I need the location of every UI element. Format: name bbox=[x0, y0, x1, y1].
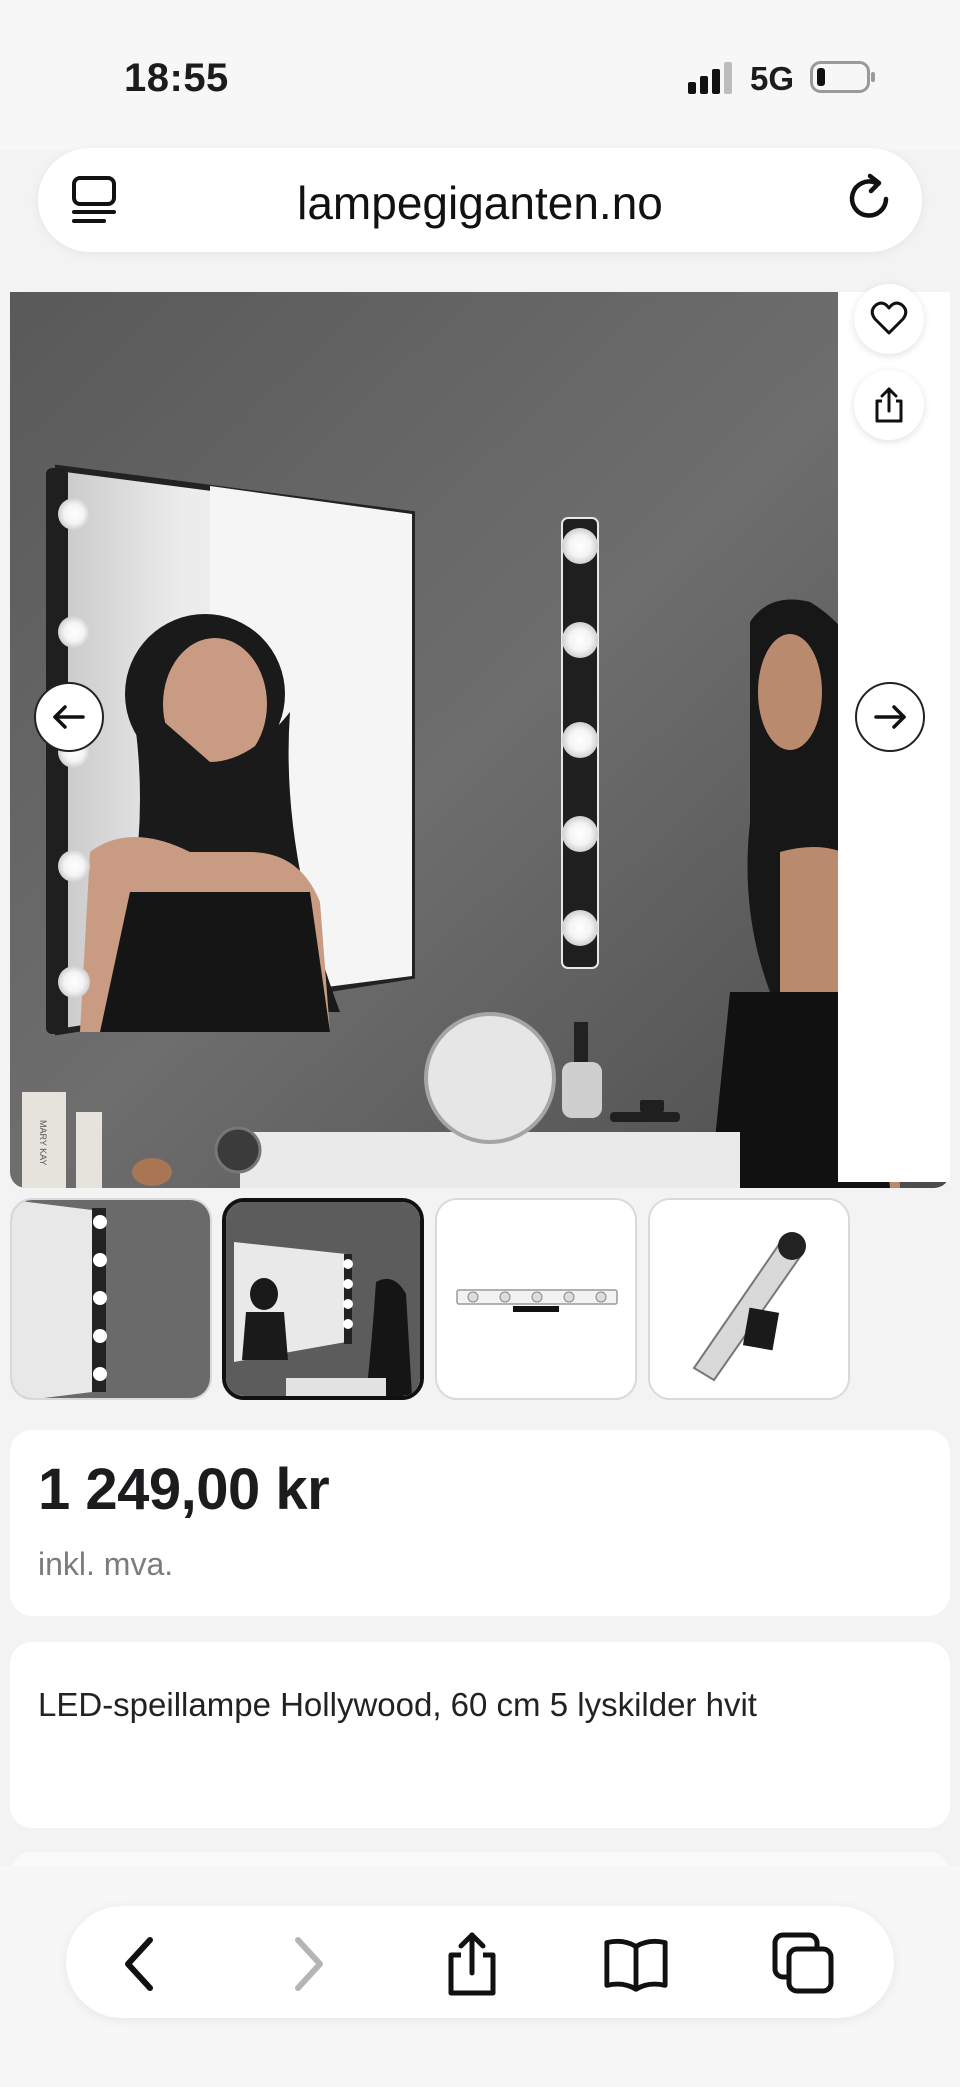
network-type: 5G bbox=[750, 60, 795, 97]
browser-toolbar bbox=[0, 1866, 960, 2087]
vat-note: inkl. mva. bbox=[38, 1546, 174, 1582]
next-image-button[interactable] bbox=[855, 682, 925, 752]
share-product-button[interactable] bbox=[854, 370, 924, 440]
thumbnail-1[interactable] bbox=[10, 1198, 212, 1400]
thumbnail-4[interactable] bbox=[648, 1198, 850, 1400]
price-card: 1 249,00 kr inkl. mva. bbox=[10, 1430, 950, 1616]
thumbnail-image bbox=[650, 1200, 848, 1398]
thumbnail-image bbox=[12, 1200, 210, 1398]
thumbnail-image bbox=[226, 1202, 420, 1396]
favorite-button[interactable] bbox=[854, 284, 924, 354]
product-price: 1 249,00 kr bbox=[38, 1457, 330, 1522]
thumbnail-image bbox=[437, 1200, 635, 1398]
signal-icon bbox=[688, 62, 732, 94]
forward-button[interactable] bbox=[274, 1930, 342, 1998]
reload-icon[interactable] bbox=[842, 170, 900, 228]
bookmarks-button[interactable] bbox=[602, 1930, 670, 1998]
tabs-icon bbox=[772, 1932, 834, 1994]
chevron-right-icon bbox=[295, 1937, 323, 1991]
arrow-right-icon bbox=[874, 705, 906, 729]
tabs-button[interactable] bbox=[770, 1930, 838, 1998]
product-image[interactable]: MARY KAY bbox=[10, 292, 950, 1188]
product-title: LED-speillampe Hollywood, 60 cm 5 lyskil… bbox=[38, 1686, 757, 1723]
share-page-button[interactable] bbox=[438, 1930, 506, 1998]
arrow-left-icon bbox=[53, 705, 85, 729]
back-button[interactable] bbox=[106, 1930, 174, 1998]
status-time: 18:55 bbox=[124, 56, 229, 100]
previous-image-button[interactable] bbox=[34, 682, 104, 752]
product-title-card: LED-speillampe Hollywood, 60 cm 5 lyskil… bbox=[10, 1642, 950, 1828]
share-icon bbox=[875, 387, 903, 423]
toolbar-pill bbox=[66, 1906, 894, 2018]
battery-icon bbox=[810, 61, 875, 93]
url-text[interactable]: lampegiganten.no bbox=[38, 176, 922, 230]
address-bar[interactable]: lampegiganten.no bbox=[38, 148, 922, 252]
thumbnail-3[interactable] bbox=[435, 1198, 637, 1400]
packaging-text: MARY KAY bbox=[38, 1120, 48, 1166]
thumbnail-2[interactable] bbox=[222, 1198, 424, 1400]
chevron-left-icon bbox=[125, 1937, 153, 1991]
status-bar: 18:55 5G bbox=[0, 0, 960, 150]
product-photo: MARY KAY bbox=[10, 292, 950, 1188]
book-icon bbox=[604, 1938, 668, 1992]
share-icon bbox=[448, 1932, 496, 1996]
heart-icon bbox=[870, 301, 908, 335]
